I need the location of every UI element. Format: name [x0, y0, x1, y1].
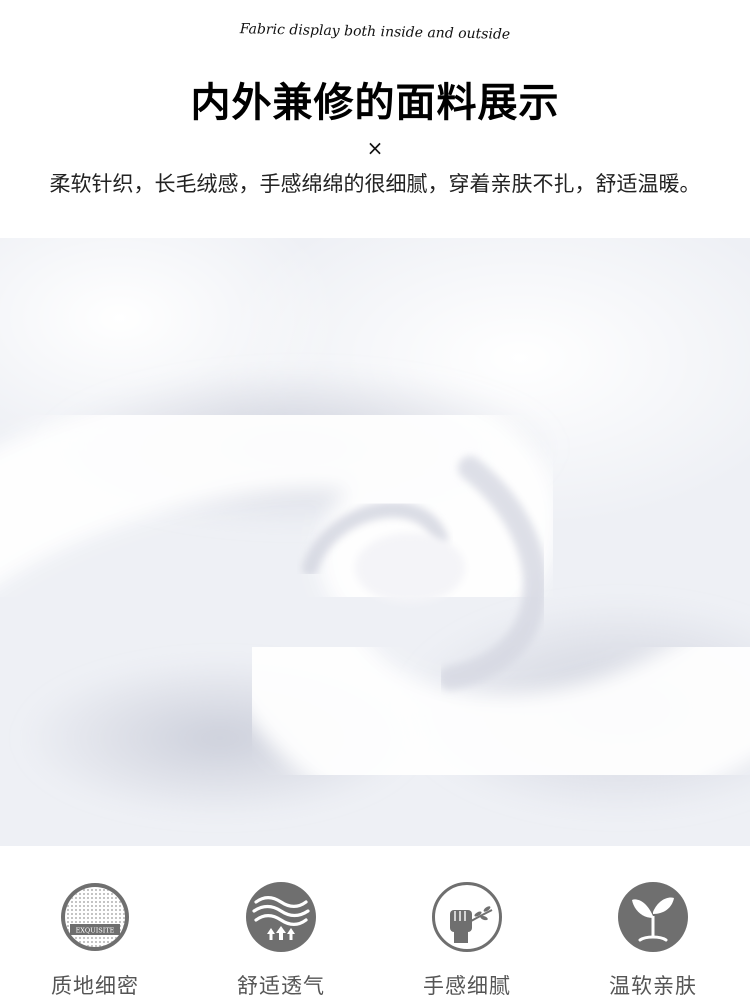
fabric-photo	[0, 238, 750, 846]
svg-text:EXQUISITE: EXQUISITE	[76, 927, 115, 935]
feature-soft-skin: 温软亲肤	[578, 880, 728, 1000]
feature-label: 舒适透气	[237, 974, 325, 998]
feature-label: 质地细密	[51, 974, 139, 998]
fabric-photo-illustration	[0, 238, 750, 846]
times-mark: ×	[366, 136, 384, 160]
texture-circle-icon: EXQUISITE	[61, 883, 129, 951]
feature-texture: EXQUISITE 质地细密	[20, 880, 170, 1000]
fabric-description: 柔软针织，长毛绒感，手感绵绵的很细腻，穿着亲肤不扎，舒适温暖。	[49, 172, 701, 196]
feature-row: EXQUISITE 质地细密 舒适透气 手感细腻 温软亲肤	[0, 846, 750, 998]
feature-label: 手感细腻	[423, 974, 511, 998]
page-title: 内外兼修的面料展示	[190, 80, 560, 126]
hand-feel-icon	[432, 882, 502, 952]
feature-breathable: 舒适透气	[206, 880, 356, 1000]
feature-hand-feel: 手感细腻	[392, 880, 542, 1000]
breathable-waves-icon	[246, 882, 316, 952]
subtitle-english: Fabric display both inside and outside	[239, 21, 511, 43]
feature-label: 温软亲肤	[609, 974, 697, 998]
sprout-leaf-icon	[618, 882, 688, 952]
header-section: Fabric display both inside and outside 内…	[0, 0, 750, 238]
